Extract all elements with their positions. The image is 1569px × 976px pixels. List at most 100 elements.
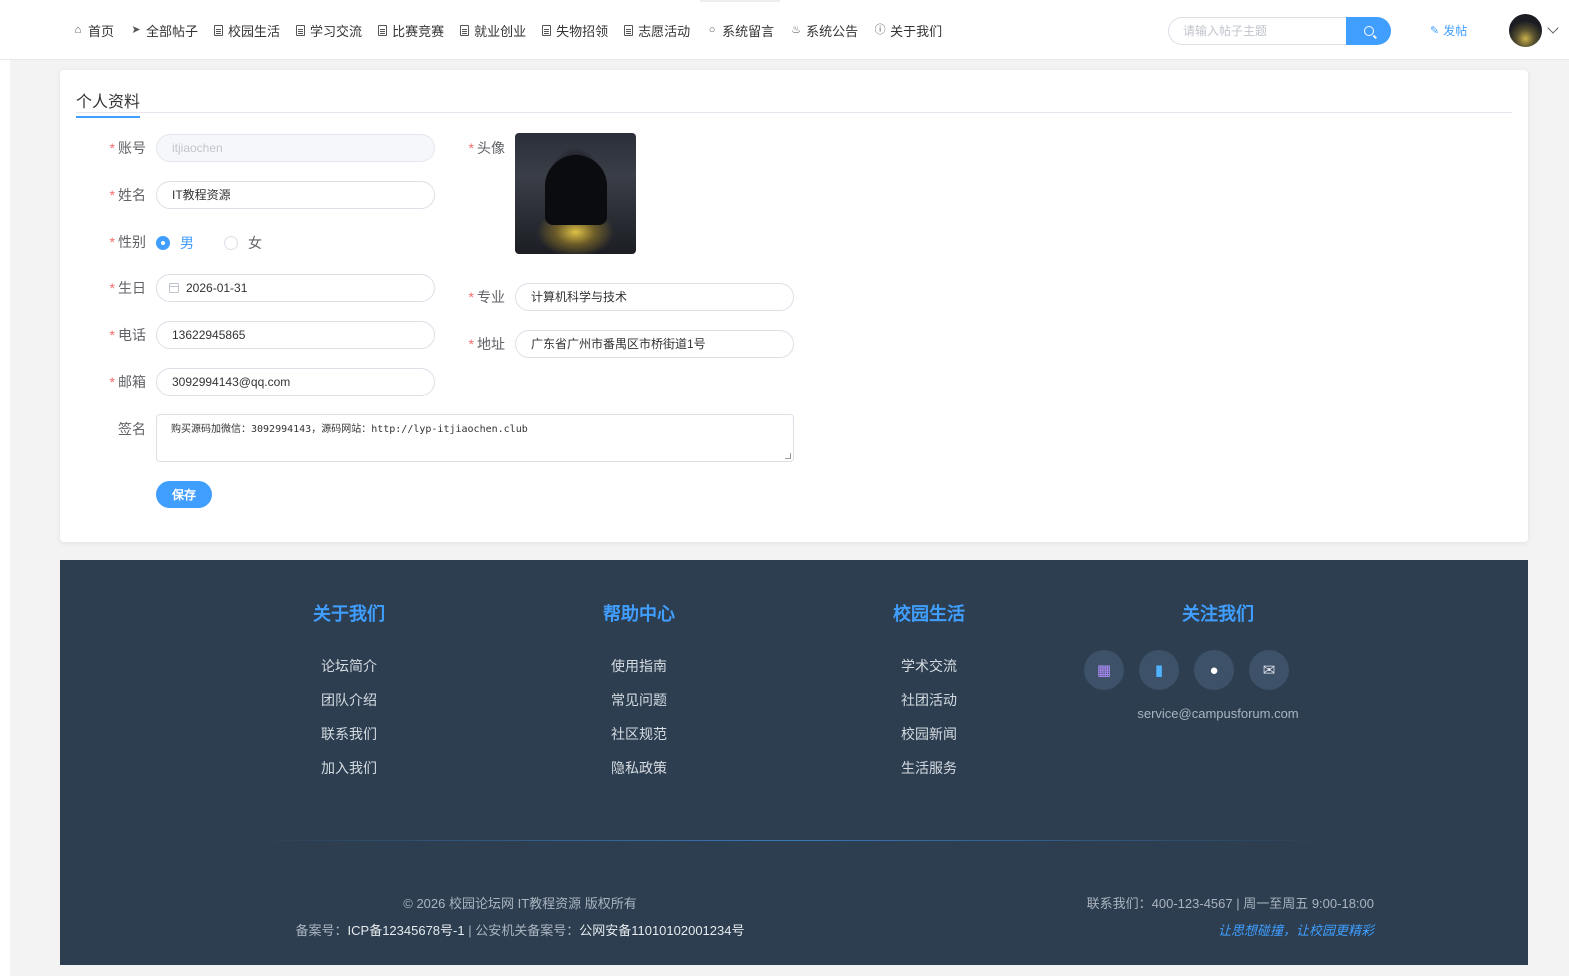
calendar-icon [169, 283, 179, 293]
nav-item-home[interactable]: ⌂ 首页 [66, 0, 120, 60]
nav-item-messages[interactable]: ○ 系统留言 [700, 0, 781, 60]
signature-textarea[interactable]: 购买源码加微信：3092994143，源码网站：http://lyp-itjia… [156, 414, 794, 462]
app-icon[interactable]: ▦ [1084, 650, 1124, 690]
signature-label: 签名 [118, 421, 146, 437]
gender-radio-female[interactable]: 女 [224, 233, 262, 253]
new-post-label: 发帖 [1443, 24, 1468, 38]
title-divider [76, 112, 1512, 113]
footer-link[interactable]: 团队介绍 [249, 689, 449, 723]
nav-item-all-posts[interactable]: ➤ 全部帖子 [124, 0, 204, 60]
account-label: * 账号 [109, 140, 146, 156]
nav-item-label: 全部帖子 [146, 23, 199, 39]
footer-divider [240, 840, 1340, 841]
footer-link[interactable]: 学术交流 [829, 655, 1029, 689]
resize-handle-icon[interactable] [785, 453, 791, 459]
account-field: itjiaochen [156, 134, 435, 162]
footer-column-title: 关注我们 [1182, 604, 1254, 624]
icp-record: 备案号：ICP备12345678号-1 | 公安机关备案号：公网安备110101… [295, 923, 745, 938]
police-number[interactable]: 公网安备11010102001234号 [579, 923, 744, 938]
name-label: * 姓名 [109, 187, 146, 203]
footer-column-campus: 校园生活 学术交流 社团活动 校园新闻 生活服务 [829, 600, 1029, 791]
footer-column-follow: 关注我们 [1118, 600, 1318, 655]
major-field[interactable]: 计算机科学与技术 [515, 283, 794, 311]
document-icon [460, 24, 470, 36]
document-icon [378, 24, 388, 36]
page-title: 个人资料 [76, 88, 141, 118]
footer-column-title: 帮助中心 [603, 604, 675, 624]
footer-link[interactable]: 生活服务 [829, 757, 1029, 791]
footer-link[interactable]: 隐私政策 [539, 757, 739, 791]
footer-link[interactable]: 加入我们 [249, 757, 449, 791]
nav-item-competition[interactable]: 比赛竞赛 [372, 0, 450, 60]
avatar-label: * 头像 [468, 140, 505, 156]
email-label: * 邮箱 [109, 374, 146, 390]
bell-icon: ♨ [791, 24, 802, 36]
nav-item-label: 校园生活 [228, 23, 281, 39]
major-label: * 专业 [468, 289, 505, 305]
search-input[interactable] [1168, 17, 1346, 45]
nav-item-label: 失物招领 [556, 23, 609, 39]
nav-item-label: 系统留言 [722, 23, 775, 39]
book-icon[interactable]: ▮ [1139, 650, 1179, 690]
email-field[interactable]: 3092994143@qq.com [156, 368, 435, 396]
name-field[interactable]: IT教程资源 [156, 181, 435, 209]
footer-link[interactable]: 社团活动 [829, 689, 1029, 723]
footer-column-title: 校园生活 [893, 604, 965, 624]
search-button[interactable] [1346, 17, 1391, 45]
footer-link[interactable]: 社区规范 [539, 723, 739, 757]
slogan: 让思想碰撞，让校园更精彩 [1217, 923, 1374, 938]
nav-item-label: 系统公告 [806, 23, 859, 39]
social-links: ▦ ▮ ● ✉ [1084, 650, 1289, 690]
birthday-label: * 生日 [109, 280, 146, 296]
gender-label: * 性别 [109, 234, 146, 250]
footer-column-help: 帮助中心 使用指南 常见问题 社区规范 隐私政策 [539, 600, 739, 791]
footer-link[interactable]: 使用指南 [539, 655, 739, 689]
info-icon: ⓘ [874, 24, 886, 36]
nav-item-label: 比赛竞赛 [392, 23, 445, 39]
save-button[interactable]: 保存 [156, 481, 212, 508]
birthday-date-picker[interactable]: 2026-01-31 [156, 274, 435, 302]
profile-card: 个人资料 * 账号 itjiaochen * 姓名 IT教程资源 * 性别 男 女 *… [60, 70, 1528, 542]
search-bar [1168, 17, 1391, 45]
footer-link[interactable]: 校园新闻 [829, 723, 1029, 757]
send-icon: ➤ [131, 24, 141, 36]
avatar-upload[interactable] [515, 133, 636, 254]
mail-icon[interactable]: ✉ [1249, 650, 1289, 690]
nav-item-lost-found[interactable]: 失物招领 [536, 0, 614, 60]
document-icon [624, 24, 634, 36]
radio-unchecked-icon [224, 236, 238, 250]
user-avatar[interactable] [1509, 14, 1542, 47]
radio-checked-icon [156, 236, 170, 250]
footer-link[interactable]: 联系我们 [249, 723, 449, 757]
address-field[interactable]: 广东省广州市番禺区市桥街道1号 [515, 330, 794, 358]
phone-field[interactable]: 13622945865 [156, 321, 435, 349]
search-icon [1363, 26, 1374, 36]
nav-item-campus-life[interactable]: 校园生活 [208, 0, 286, 60]
main-nav: ⌂ 首页 ➤ 全部帖子 校园生活 学习交流 比赛竞赛 就业创业 失物招领 志愿活… [66, 0, 952, 60]
home-icon: ⌂ [74, 24, 82, 36]
nav-item-notices[interactable]: ♨ 系统公告 [784, 0, 864, 60]
contact-email[interactable]: service@campusforum.com [1118, 706, 1318, 721]
nav-item-label: 就业创业 [474, 23, 527, 39]
avatar-image [545, 155, 607, 225]
chat-bubble-icon[interactable]: ● [1194, 650, 1234, 690]
nav-item-about[interactable]: ⓘ 关于我们 [868, 0, 948, 60]
nav-item-study[interactable]: 学习交流 [290, 0, 368, 60]
document-icon [296, 24, 306, 36]
nav-item-label: 关于我们 [890, 23, 943, 39]
chat-icon: ○ [708, 24, 716, 36]
gender-radio-male[interactable]: 男 [156, 233, 194, 253]
footer-column-title: 关于我们 [313, 604, 385, 624]
edit-icon: ✎ [1430, 25, 1440, 37]
icp-number[interactable]: ICP备12345678号-1 [348, 923, 465, 938]
document-icon [542, 24, 552, 36]
nav-item-label: 首页 [88, 23, 115, 39]
footer-link[interactable]: 常见问题 [539, 689, 739, 723]
nav-item-career[interactable]: 就业创业 [454, 0, 532, 60]
new-post-link[interactable]: ✎ 发帖 [1430, 22, 1467, 39]
document-icon [214, 24, 224, 36]
copyright: © 2026 校园论坛网 IT教程资源 版权所有 [403, 896, 637, 911]
nav-item-label: 志愿活动 [638, 23, 691, 39]
nav-item-volunteer[interactable]: 志愿活动 [618, 0, 696, 60]
footer-link[interactable]: 论坛简介 [249, 655, 449, 689]
